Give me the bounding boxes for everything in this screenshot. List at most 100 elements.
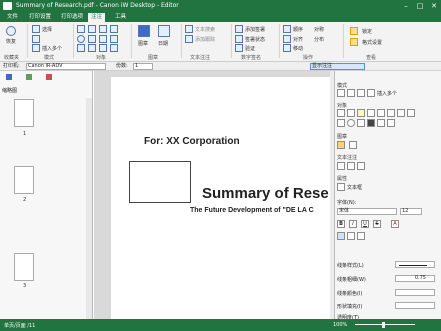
page-thumbnail-1[interactable]: [14, 99, 34, 127]
line-width-input[interactable]: 0.75: [395, 275, 435, 282]
page-thumbnail-3[interactable]: [14, 253, 34, 281]
verify-label[interactable]: 验证: [245, 45, 255, 52]
undo-icon[interactable]: [6, 26, 16, 36]
stamp-dropdown-icon[interactable]: [349, 141, 357, 149]
format-icon[interactable]: [350, 38, 358, 46]
font-color-button[interactable]: A: [391, 220, 399, 228]
zoom-tool-icon[interactable]: [357, 89, 365, 97]
note-icon[interactable]: [99, 25, 107, 33]
insert-multi-text[interactable]: 插入多个: [377, 90, 397, 97]
zoom-slider[interactable]: [355, 324, 415, 325]
polygon-icon[interactable]: [99, 35, 107, 43]
bold-button[interactable]: B: [337, 220, 345, 228]
move-icon[interactable]: [283, 44, 291, 52]
zoom-slider-thumb[interactable]: [382, 322, 385, 328]
line-icon[interactable]: [110, 35, 118, 43]
minimize-button[interactable]: –: [399, 0, 413, 12]
textbox-icon[interactable]: [88, 25, 96, 33]
symmetry-label[interactable]: 对称: [314, 26, 324, 33]
image-icon[interactable]: [99, 44, 107, 52]
format-label[interactable]: 格式设置: [362, 39, 382, 46]
pen-icon[interactable]: [77, 44, 85, 52]
add-sign-icon[interactable]: [235, 25, 243, 33]
sign-status-label[interactable]: 签署状态: [245, 36, 265, 43]
marker-icon[interactable]: [88, 44, 96, 52]
distribute-label[interactable]: 分布: [314, 36, 324, 43]
page-thumbnail-2[interactable]: [14, 166, 34, 194]
strikethrough-button[interactable]: S: [373, 220, 381, 228]
underline-button[interactable]: U: [361, 220, 369, 228]
add-track-label[interactable]: 添加跟踪: [195, 36, 215, 43]
close-button[interactable]: ✕: [427, 0, 441, 12]
align-center-icon[interactable]: [347, 232, 355, 240]
annotation-rectangle[interactable]: [129, 161, 191, 203]
menu-annotate[interactable]: 注注: [88, 13, 106, 22]
obj-arrow-icon[interactable]: [387, 109, 395, 117]
font-select[interactable]: 宋体: [337, 208, 397, 215]
lock-label[interactable]: 锁定: [362, 28, 372, 35]
order-label[interactable]: 顺序: [293, 26, 303, 33]
track-icon[interactable]: [185, 35, 193, 43]
obj-textbox-icon[interactable]: [357, 109, 365, 117]
obj-fill-icon[interactable]: [367, 119, 375, 127]
insert-multi-icon[interactable]: [32, 44, 40, 52]
obj-polygon-icon[interactable]: [357, 119, 365, 127]
date-label[interactable]: 日期: [158, 40, 168, 47]
italic-button[interactable]: I: [349, 220, 357, 228]
menu-print-options[interactable]: 打印选项: [58, 13, 86, 22]
printer-select[interactable]: Canon iR-ADV: [26, 63, 106, 70]
text-annot-icon-3[interactable]: [357, 162, 365, 170]
stamp-label[interactable]: 图章: [138, 40, 148, 47]
display-annotation-button[interactable]: 显示注注: [310, 63, 365, 70]
highlight-icon[interactable]: [110, 25, 118, 33]
obj-pen-icon[interactable]: [337, 119, 345, 127]
obj-curve-icon[interactable]: [387, 119, 395, 127]
menu-tools[interactable]: 工具: [112, 13, 129, 22]
text-search-label[interactable]: 文本搜索: [195, 26, 215, 33]
bookmark-tab-icon[interactable]: [26, 74, 32, 80]
fill-color-select[interactable]: [395, 302, 435, 309]
stamp-icon[interactable]: [138, 25, 150, 37]
obj-image-icon[interactable]: [377, 119, 385, 127]
text-search-icon[interactable]: [185, 25, 193, 33]
add-sign-label[interactable]: 添加签署: [245, 26, 265, 33]
align-left-icon[interactable]: [337, 232, 345, 240]
lock-icon[interactable]: [350, 27, 358, 35]
menu-print-settings[interactable]: 打印设置: [26, 13, 54, 22]
copies-input[interactable]: 1: [133, 63, 153, 70]
align-icon[interactable]: [283, 35, 291, 43]
obj-note-icon[interactable]: [377, 109, 385, 117]
select-icon[interactable]: [32, 25, 40, 33]
date-stamp-icon[interactable]: [158, 25, 170, 37]
stamp-tool-icon[interactable]: [337, 141, 345, 149]
thumbnail-scrollbar[interactable]: [86, 98, 92, 319]
order-icon[interactable]: [283, 25, 291, 33]
text-tool-icon[interactable]: [77, 25, 85, 33]
hand-tool-icon[interactable]: [347, 89, 355, 97]
pan-icon[interactable]: [32, 35, 40, 43]
maximize-button[interactable]: □: [413, 0, 427, 12]
annotation-tab-icon[interactable]: [46, 74, 52, 80]
circle-icon[interactable]: [77, 35, 85, 43]
obj-text-icon[interactable]: [347, 109, 355, 117]
area-tool-icon[interactable]: [367, 89, 375, 97]
font-size-select[interactable]: 12: [400, 208, 422, 215]
obj-select-icon[interactable]: [337, 109, 345, 117]
text-annot-icon-1[interactable]: [337, 162, 345, 170]
align-label[interactable]: 对齐: [293, 36, 303, 43]
text-annot-icon-2[interactable]: [347, 162, 355, 170]
obj-rectangle-icon[interactable]: [407, 109, 415, 117]
thumbnail-tab-icon[interactable]: [6, 74, 12, 80]
obj-line-icon[interactable]: [397, 109, 405, 117]
sign-status-icon[interactable]: [235, 35, 243, 43]
mode-select-label[interactable]: 选择: [42, 26, 52, 33]
obj-circle-icon[interactable]: [347, 119, 355, 127]
select-tool-icon[interactable]: [337, 89, 345, 97]
menu-file[interactable]: 文件: [4, 13, 21, 22]
rectangle-icon[interactable]: [88, 35, 96, 43]
line-color-select[interactable]: [395, 289, 435, 296]
move-label[interactable]: 移动: [293, 45, 303, 52]
align-right-icon[interactable]: [357, 232, 365, 240]
eraser-icon[interactable]: [110, 44, 118, 52]
verify-icon[interactable]: [235, 44, 243, 52]
